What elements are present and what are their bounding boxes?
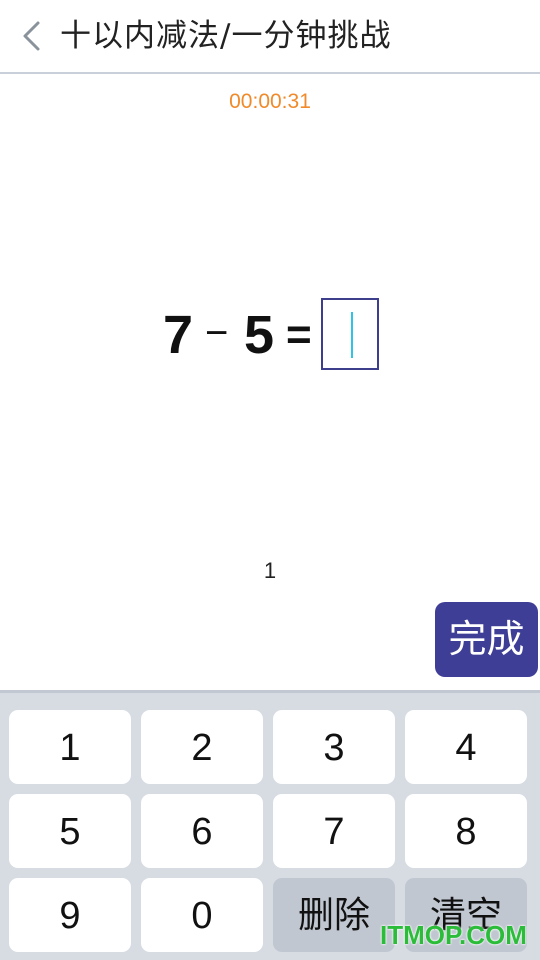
- chevron-left-icon: [23, 21, 40, 51]
- answer-input[interactable]: [321, 298, 379, 370]
- done-button[interactable]: 完成: [435, 602, 538, 677]
- operand-2: 5: [244, 305, 275, 365]
- equals-sign: =: [286, 310, 312, 359]
- key-1[interactable]: 1: [9, 710, 131, 784]
- key-7[interactable]: 7: [273, 794, 395, 868]
- operand-1: 7: [163, 305, 194, 365]
- equation: 7 − 5 =: [0, 298, 540, 372]
- app-header: 十以内减法/一分钟挑战: [0, 0, 540, 74]
- key-4[interactable]: 4: [405, 710, 527, 784]
- page-title: 十以内减法/一分钟挑战: [60, 18, 392, 54]
- timer: 00:00:31: [229, 90, 311, 113]
- key-2[interactable]: 2: [141, 710, 263, 784]
- back-button[interactable]: [14, 16, 50, 56]
- key-6[interactable]: 6: [141, 794, 263, 868]
- question-counter: 1: [263, 558, 277, 583]
- key-3[interactable]: 3: [273, 710, 395, 784]
- key-8[interactable]: 8: [405, 794, 527, 868]
- key-9[interactable]: 9: [9, 878, 131, 952]
- key-5[interactable]: 5: [9, 794, 131, 868]
- operator: −: [205, 311, 229, 355]
- text-caret: [351, 312, 353, 358]
- key-0[interactable]: 0: [141, 878, 263, 952]
- delete-button[interactable]: 删除: [273, 878, 395, 952]
- watermark: ITMOP.COM: [380, 920, 527, 950]
